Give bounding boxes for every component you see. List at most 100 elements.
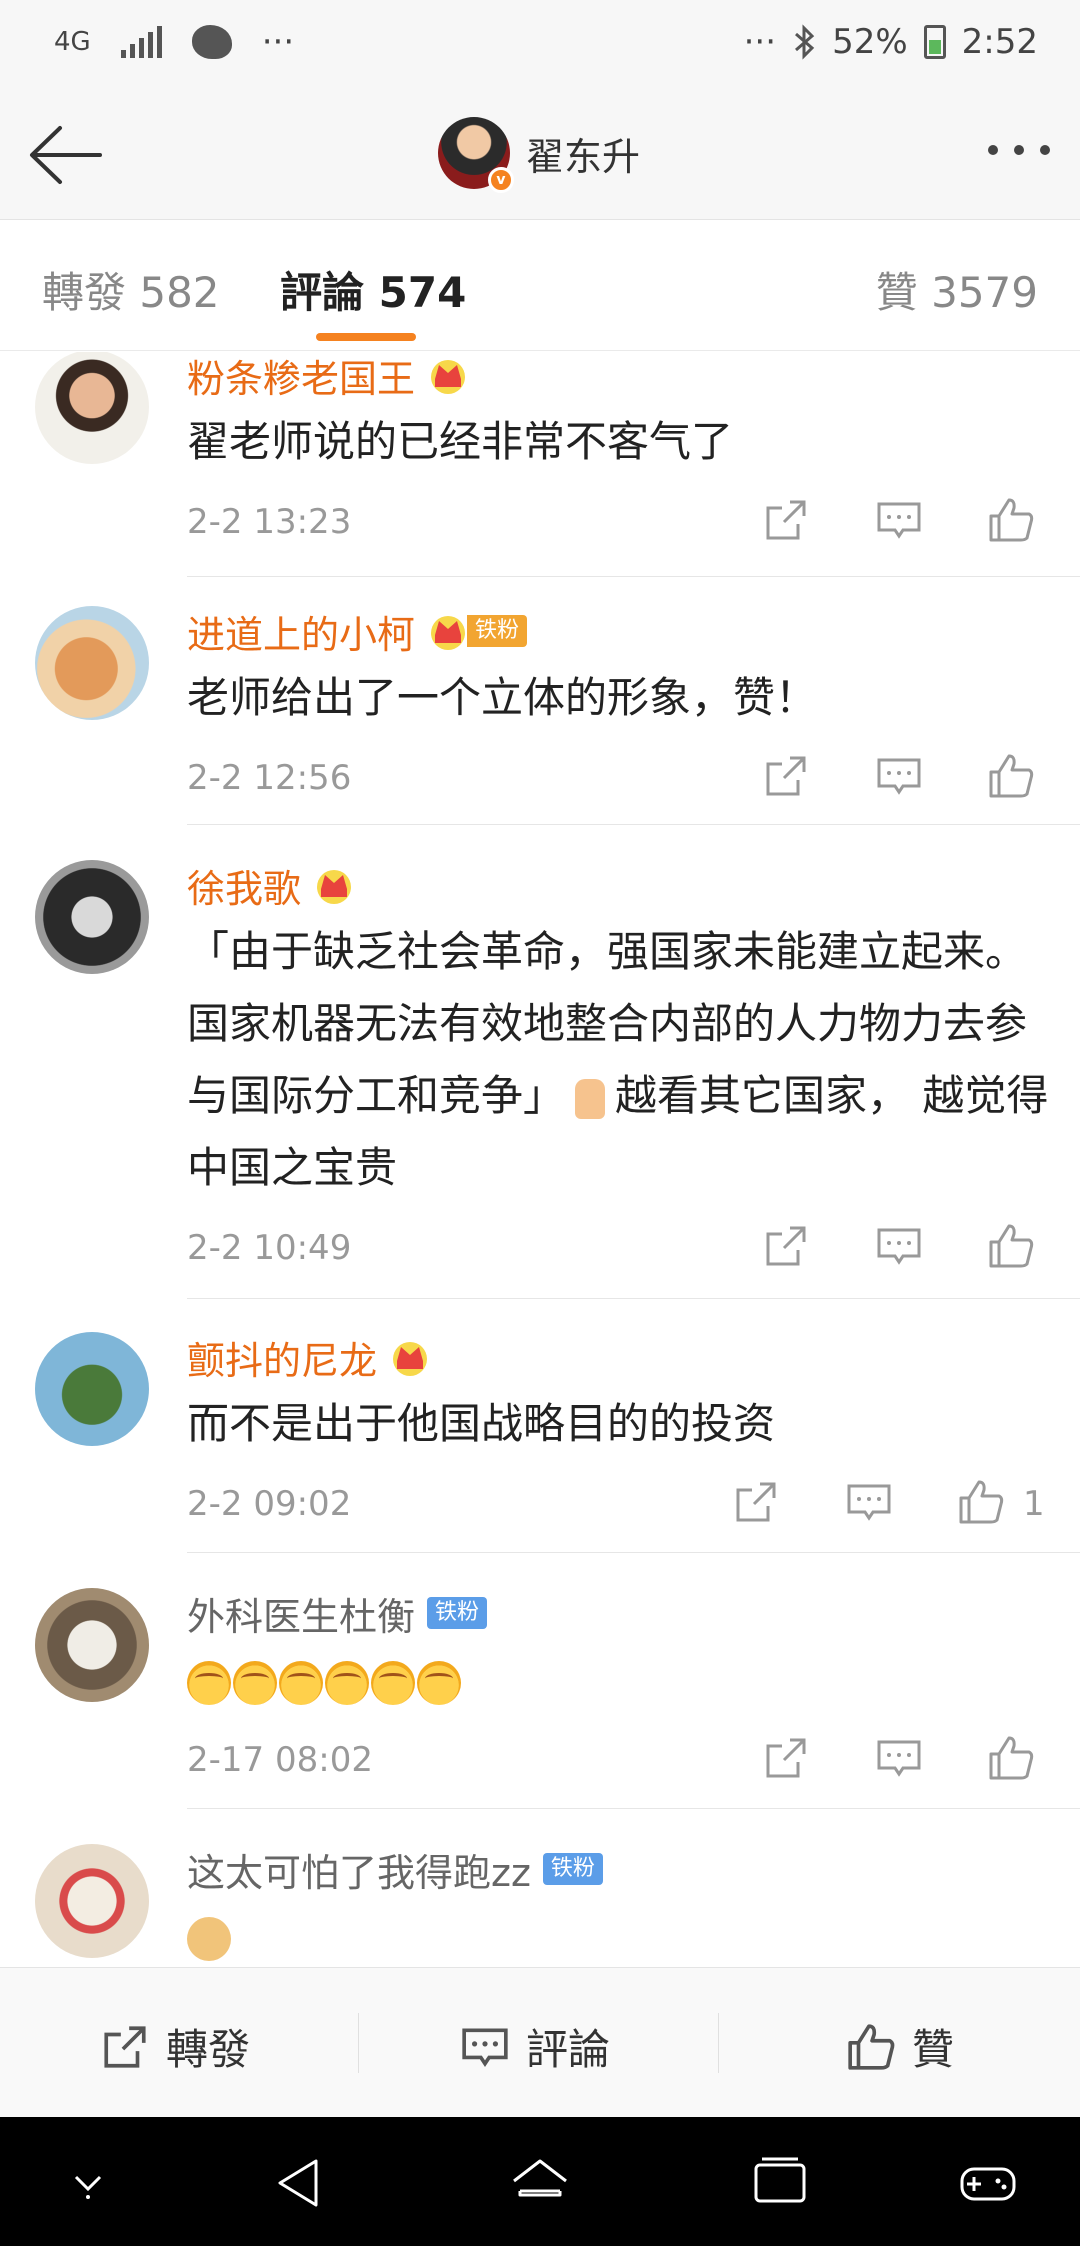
clock: 2:52 xyxy=(961,22,1038,62)
separator xyxy=(718,2013,719,2073)
blush-emoji-icon xyxy=(417,1660,461,1705)
comment-time: 2-2 13:23 xyxy=(187,502,352,542)
like-button[interactable]: 贊 xyxy=(846,2016,954,2077)
bluetooth-icon xyxy=(795,24,815,60)
game-controller-icon[interactable] xyxy=(958,2153,1018,2213)
back-arrow-icon[interactable] xyxy=(26,120,106,190)
divider xyxy=(187,1298,1080,1299)
blush-emoji-icon xyxy=(187,1660,231,1705)
thumbs-up-emoji-icon xyxy=(575,1078,606,1119)
share-icon[interactable] xyxy=(762,1222,810,1270)
comment-time: 2-17 08:02 xyxy=(187,1740,373,1780)
share-icon[interactable] xyxy=(762,752,810,800)
like-count: 1 xyxy=(1023,1484,1045,1524)
comment-text: 「由于缺乏社会革命，强国家未能建立起来。国家机器无法有效地整合内部的人力物力去参… xyxy=(187,927,1049,1192)
avatar[interactable] xyxy=(35,1844,149,1958)
back-nav-icon[interactable] xyxy=(270,2153,330,2213)
divider xyxy=(187,576,1080,577)
avatar[interactable] xyxy=(35,1332,149,1446)
repost-icon xyxy=(104,2025,146,2068)
comment-emojis xyxy=(187,1900,1050,1967)
comment-author[interactable]: 外科医生杜衡 xyxy=(187,1586,415,1641)
blush-emoji-icon xyxy=(233,1660,277,1705)
fan-badge: 铁粉 xyxy=(427,1597,488,1629)
more-status: ··· xyxy=(743,22,777,62)
like-icon[interactable] xyxy=(987,1222,1035,1270)
comment-time: 2-2 12:56 xyxy=(187,758,352,798)
comment-icon[interactable] xyxy=(875,1734,923,1782)
comment-icon xyxy=(462,2028,508,2067)
doge-emoji-icon xyxy=(187,1916,231,1961)
blush-emoji-icon xyxy=(371,1660,415,1705)
avatar[interactable] xyxy=(35,606,149,720)
comment-time: 2-2 10:49 xyxy=(187,1228,352,1268)
share-icon[interactable] xyxy=(732,1478,780,1526)
battery-icon xyxy=(923,25,946,59)
comment-emojis xyxy=(187,1644,1050,1716)
profile-title[interactable]: v 翟东升 xyxy=(438,117,641,193)
top-bar: v 翟东升 xyxy=(0,90,1080,220)
comment-author[interactable]: 这太可怕了我得跑zz xyxy=(187,1842,531,1897)
blush-emoji-icon xyxy=(279,1660,323,1705)
recents-nav-icon[interactable] xyxy=(750,2153,810,2213)
active-tab-indicator xyxy=(316,333,416,341)
comment-text: 老师给出了一个立体的形象，赞！ xyxy=(187,673,818,722)
more-options-icon[interactable] xyxy=(988,145,1050,155)
avatar[interactable] xyxy=(35,352,149,464)
crown-badge-icon xyxy=(431,616,466,650)
avatar[interactable] xyxy=(35,860,149,974)
divider xyxy=(187,1808,1080,1809)
fan-badge: 铁粉 xyxy=(467,615,528,647)
comment-time: 2-2 09:02 xyxy=(187,1484,352,1524)
like-icon xyxy=(848,2023,895,2070)
signal-icon xyxy=(120,26,162,58)
battery-percent: 52% xyxy=(832,22,908,62)
tab-reposts[interactable]: 轉發 582 xyxy=(42,259,220,320)
system-nav-bar xyxy=(0,2117,1080,2246)
crown-badge-icon xyxy=(393,1342,428,1376)
hide-nav-icon[interactable] xyxy=(58,2153,118,2213)
comment-author[interactable]: 颤抖的尼龙 xyxy=(187,1330,377,1385)
share-icon[interactable] xyxy=(762,496,810,544)
network-indicator: 4G xyxy=(54,27,91,57)
tab-bar: 轉發 582 評論 574 贊 3579 xyxy=(0,221,1080,351)
divider xyxy=(187,824,1080,825)
share-icon[interactable] xyxy=(762,1734,810,1782)
comment-button[interactable]: 評論 xyxy=(460,2016,610,2077)
comment-list: 粉条糁老国王 翟老师说的已经非常不客气了 2-2 13:23 进道上的小柯 铁粉… xyxy=(0,352,1080,1967)
separator xyxy=(358,2013,359,2073)
home-nav-icon[interactable] xyxy=(510,2153,570,2213)
comment-author[interactable]: 粉条糁老国王 xyxy=(187,352,415,403)
like-icon[interactable] xyxy=(987,1734,1035,1782)
tab-comments[interactable]: 評論 574 xyxy=(280,259,466,320)
comment-text: 而不是出于他国战略目的的投资 xyxy=(187,1399,776,1448)
crown-badge-icon xyxy=(431,360,466,394)
more-notifications: ··· xyxy=(261,22,295,62)
avatar[interactable] xyxy=(35,1588,149,1702)
verified-icon: v xyxy=(488,167,514,193)
fan-badge: 铁粉 xyxy=(542,1853,603,1885)
comment-author[interactable]: 徐我歌 xyxy=(187,858,301,913)
comment-text: 翟老师说的已经非常不客气了 xyxy=(187,417,734,466)
like-icon[interactable] xyxy=(987,752,1035,800)
comment-author[interactable]: 进道上的小柯 xyxy=(187,604,415,659)
comment-icon[interactable] xyxy=(845,1478,893,1526)
comment-icon[interactable] xyxy=(875,1222,923,1270)
comment-icon[interactable] xyxy=(875,496,923,544)
app-notification-icon xyxy=(191,25,232,59)
like-icon[interactable] xyxy=(987,496,1035,544)
like-label: 贊 xyxy=(912,2025,955,2074)
comment-label: 評論 xyxy=(526,2025,611,2074)
page-title: 翟东升 xyxy=(526,134,641,179)
avatar: v xyxy=(438,117,514,193)
crown-badge-icon xyxy=(317,870,352,904)
status-bar: 4G ··· ··· 52% 2:52 xyxy=(0,0,1080,90)
comment-icon[interactable] xyxy=(875,752,923,800)
like-icon[interactable] xyxy=(957,1478,1005,1526)
tab-likes[interactable]: 贊 3579 xyxy=(876,259,1038,320)
blush-emoji-icon xyxy=(325,1660,369,1705)
bottom-action-bar: 轉發 評論 贊 xyxy=(0,1967,1080,2117)
repost-label: 轉發 xyxy=(166,2025,251,2074)
repost-button[interactable]: 轉發 xyxy=(100,2016,250,2077)
divider xyxy=(187,1552,1080,1553)
